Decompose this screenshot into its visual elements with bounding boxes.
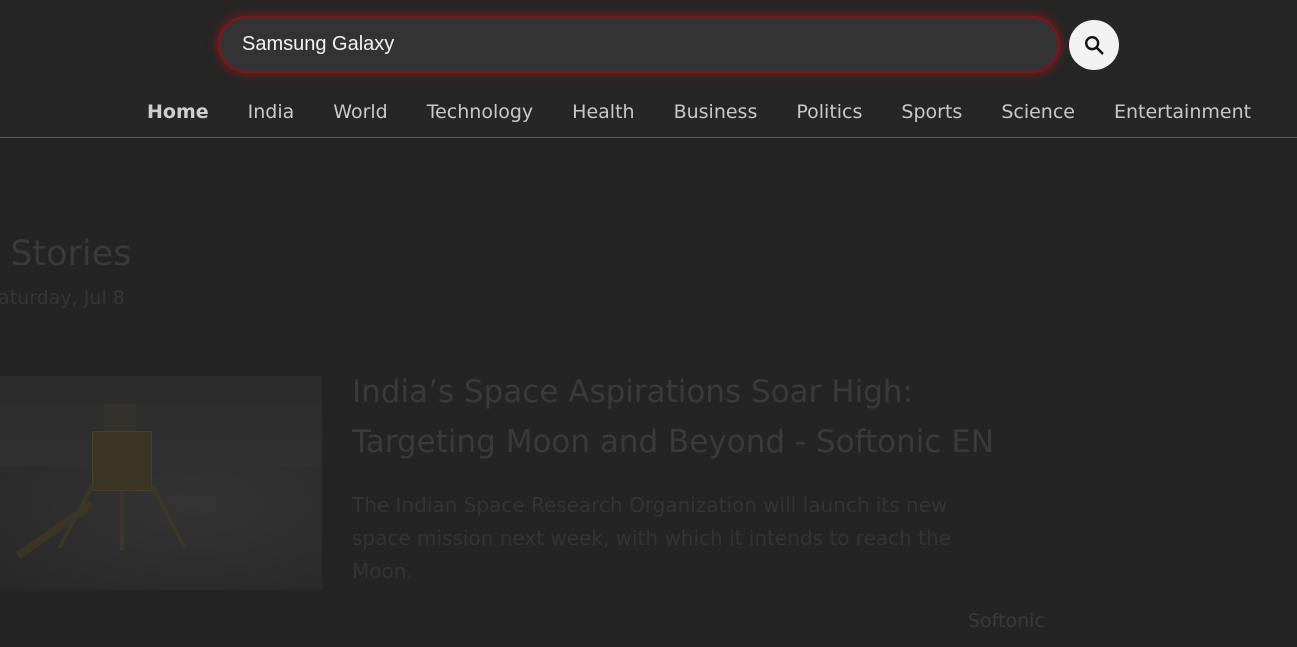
nav-item-entertainment[interactable]: Entertainment <box>1114 98 1251 128</box>
nav-item-politics[interactable]: Politics <box>796 98 862 128</box>
search-icon <box>1083 34 1105 56</box>
moon-surface <box>0 465 322 590</box>
nav-item-india[interactable]: India <box>248 98 295 128</box>
nav-item-home[interactable]: Home <box>147 98 209 128</box>
lander-top <box>104 404 136 434</box>
category-nav: Home India World Technology Health Busin… <box>147 98 1290 128</box>
nav-item-sports[interactable]: Sports <box>901 98 962 128</box>
lander-body <box>92 431 152 491</box>
search-button[interactable] <box>1069 20 1119 70</box>
search-box <box>220 18 1058 71</box>
nav-item-world[interactable]: World <box>333 98 387 128</box>
story-headline[interactable]: India’s Space Aspirations Soar High: Tar… <box>352 367 1052 467</box>
nav-item-health[interactable]: Health <box>572 98 634 128</box>
nav-item-technology[interactable]: Technology <box>427 98 533 128</box>
search-input[interactable] <box>220 18 1058 71</box>
header: Home India World Technology Health Busin… <box>0 0 1297 138</box>
story-summary: The Indian Space Research Organization w… <box>352 493 951 583</box>
section-title: Top Stories <box>0 234 132 274</box>
story-source[interactable]: Softonic <box>968 610 1045 632</box>
story-image[interactable] <box>0 376 322 590</box>
nav-item-business[interactable]: Business <box>674 98 758 128</box>
nav-item-science[interactable]: Science <box>1001 98 1075 128</box>
lander-leg <box>120 491 124 551</box>
main-content: Top Stories Saturday, Jul 8 India’s Spac… <box>0 139 1297 647</box>
section-date: Saturday, Jul 8 <box>0 287 125 309</box>
